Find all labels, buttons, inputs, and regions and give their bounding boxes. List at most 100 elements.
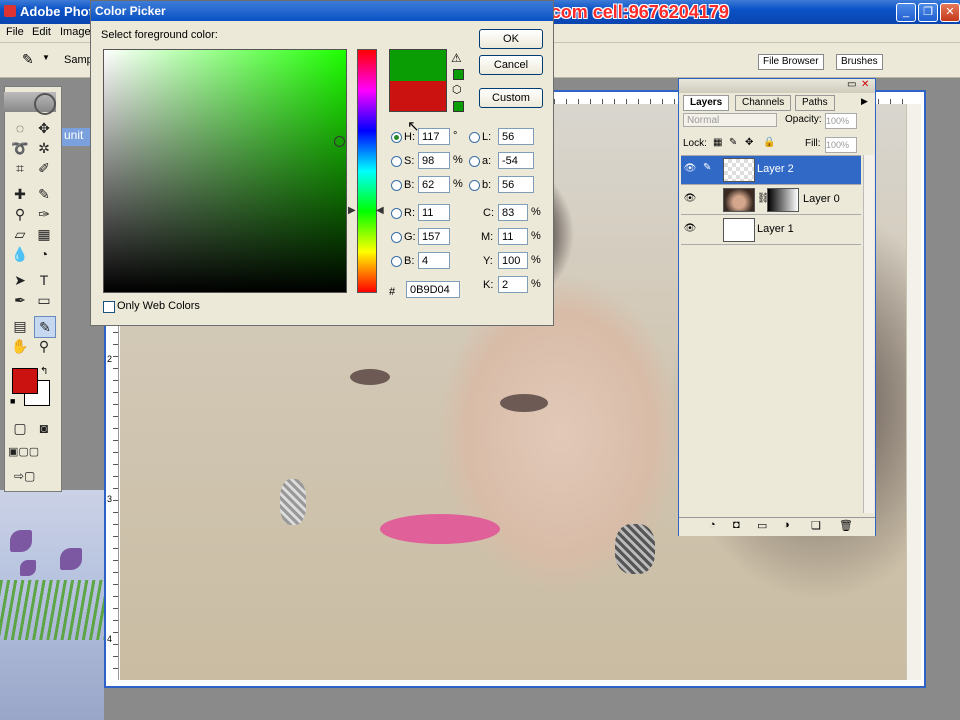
cyan-field[interactable]: 83 (498, 204, 528, 221)
ok-button[interactable]: OK (479, 29, 543, 49)
gamut-swatch[interactable] (453, 69, 464, 80)
brightness-field[interactable]: 62 (418, 176, 450, 193)
hex-field[interactable]: 0B9D04 (406, 281, 460, 298)
radio-hue[interactable] (391, 132, 402, 143)
lasso-icon[interactable]: ➰ (10, 138, 30, 158)
hue-slider-right-arrow-icon[interactable]: ◀ (376, 205, 384, 216)
hue-slider[interactable] (357, 49, 377, 293)
lock-all-icon[interactable]: 🔒 (763, 137, 775, 148)
lab-b-field[interactable]: 56 (498, 176, 534, 193)
crop-icon[interactable]: ⌗ (10, 158, 30, 178)
pen-icon[interactable]: ✒ (10, 290, 30, 310)
layers-scrollbar[interactable] (863, 155, 874, 513)
eyedropper-icon[interactable]: ✎ (22, 51, 34, 68)
blur-icon[interactable]: 💧 (10, 244, 30, 264)
tab-paths[interactable]: Paths (795, 95, 835, 111)
new-group-icon[interactable]: ▭ (757, 519, 767, 532)
dodge-icon[interactable]: ◔ (34, 244, 54, 264)
shape-icon[interactable]: ▭ (34, 290, 54, 310)
lock-paint-icon[interactable]: ✎ (729, 137, 737, 148)
toolbox-header[interactable] (4, 92, 56, 115)
add-mask-icon[interactable]: ◘ (733, 519, 740, 531)
radio-saturation[interactable] (391, 156, 402, 167)
history-brush-icon[interactable]: ✑ (34, 204, 54, 224)
close-palette-icon[interactable]: ✕ (861, 79, 869, 90)
radio-brightness[interactable] (391, 180, 402, 191)
visibility-eye-icon[interactable]: 👁 (683, 193, 697, 207)
palette-menu-icon[interactable]: ▶ (861, 96, 868, 107)
type-icon[interactable]: T (34, 270, 54, 290)
black-field[interactable]: 2 (498, 276, 528, 293)
blue-field[interactable]: 4 (418, 252, 450, 269)
web-safe-swatch[interactable] (453, 101, 464, 112)
minimize-palette-icon[interactable]: ▭ (847, 79, 856, 90)
jump-to-imageready-icon[interactable]: ⇨▢ (14, 466, 35, 486)
menu-file[interactable]: File (6, 26, 24, 38)
hue-slider-left-arrow-icon[interactable]: ▶ (348, 205, 356, 216)
radio-blue[interactable] (391, 256, 402, 267)
vertical-scrollbar[interactable] (906, 104, 921, 680)
chevron-down-icon[interactable]: ▼ (42, 53, 50, 62)
zoom-icon[interactable]: ⚲ (34, 336, 54, 356)
screen-mode-icon[interactable]: ▣▢▢ (8, 442, 39, 462)
menu-edit[interactable]: Edit (32, 26, 51, 38)
adjustment-layer-icon[interactable]: ◑ (783, 519, 790, 531)
layer-row[interactable]: 👁 Layer 1 (681, 216, 861, 245)
radio-lab-l[interactable] (469, 132, 480, 143)
lab-l-field[interactable]: 56 (498, 128, 534, 145)
trash-icon[interactable]: 🗑 (839, 519, 853, 532)
visibility-eye-icon[interactable]: 👁 (683, 223, 697, 237)
notes-icon[interactable]: ▤ (10, 316, 30, 336)
path-selection-icon[interactable]: ➤ (10, 270, 30, 290)
magenta-field[interactable]: 11 (498, 228, 528, 245)
lab-a-field[interactable]: -54 (498, 152, 534, 169)
maximize-button[interactable]: ❐ (918, 3, 938, 22)
saturation-field[interactable]: 98 (418, 152, 450, 169)
brushes-tab[interactable]: Brushes (836, 54, 883, 70)
brush-icon[interactable]: ✎ (34, 184, 54, 204)
web-safe-warning-icon[interactable]: ⬡ (452, 83, 462, 96)
file-browser-tab[interactable]: File Browser (758, 54, 824, 70)
move-icon[interactable]: ✥ (34, 118, 54, 138)
default-colors-icon[interactable]: ■ (10, 396, 15, 406)
quick-mask-icon[interactable]: ◙ (34, 418, 54, 438)
layers-palette-titlebar[interactable]: ▭ ✕ (679, 79, 875, 93)
hand-icon[interactable]: ✋ (10, 336, 30, 356)
eyedropper-tool-icon[interactable]: ✎ (34, 316, 56, 338)
color-field[interactable] (103, 49, 347, 293)
blend-mode-select[interactable]: Normal (683, 113, 777, 127)
green-field[interactable]: 157 (418, 228, 450, 245)
tab-channels[interactable]: Channels (735, 95, 792, 111)
radio-lab-b[interactable] (469, 180, 480, 191)
layer-row[interactable]: 👁 ✎ Layer 2 (681, 156, 861, 185)
hue-field[interactable]: 117 (418, 128, 450, 145)
clone-stamp-icon[interactable]: ⚲ (10, 204, 30, 224)
radio-green[interactable] (391, 232, 402, 243)
yellow-field[interactable]: 100 (498, 252, 528, 269)
current-color-swatch[interactable] (389, 81, 447, 112)
eraser-icon[interactable]: ▱ (10, 224, 30, 244)
only-web-colors-checkbox[interactable] (103, 301, 115, 313)
gamut-warning-icon[interactable]: ⚠ (451, 51, 462, 65)
swap-colors-icon[interactable]: ↰ (40, 366, 48, 377)
healing-brush-icon[interactable]: ✚ (10, 184, 30, 204)
fill-field[interactable]: 100% (825, 137, 857, 153)
radio-lab-a[interactable] (469, 156, 480, 167)
cancel-button[interactable]: Cancel (479, 55, 543, 75)
gradient-icon[interactable]: ▦ (34, 224, 54, 244)
layer-row[interactable]: 👁 ⛓ Layer 0 (681, 186, 861, 215)
color-picker-titlebar[interactable]: Color Picker (91, 1, 553, 21)
layer-style-icon[interactable]: ◔ (709, 519, 716, 531)
red-field[interactable]: 11 (418, 204, 450, 221)
radio-red[interactable] (391, 208, 402, 219)
foreground-color-swatch[interactable] (12, 368, 38, 394)
magic-wand-icon[interactable]: ✲ (34, 138, 54, 158)
close-button[interactable]: ✕ (940, 3, 960, 22)
tab-layers[interactable]: Layers (683, 95, 730, 111)
visibility-eye-icon[interactable]: 👁 (683, 163, 697, 177)
minimize-button[interactable]: _ (896, 3, 916, 22)
menu-image[interactable]: Image (60, 26, 91, 38)
standard-mode-icon[interactable]: ▢ (10, 418, 30, 438)
lock-move-icon[interactable]: ✥ (745, 137, 753, 148)
color-field-marker[interactable] (334, 136, 345, 147)
